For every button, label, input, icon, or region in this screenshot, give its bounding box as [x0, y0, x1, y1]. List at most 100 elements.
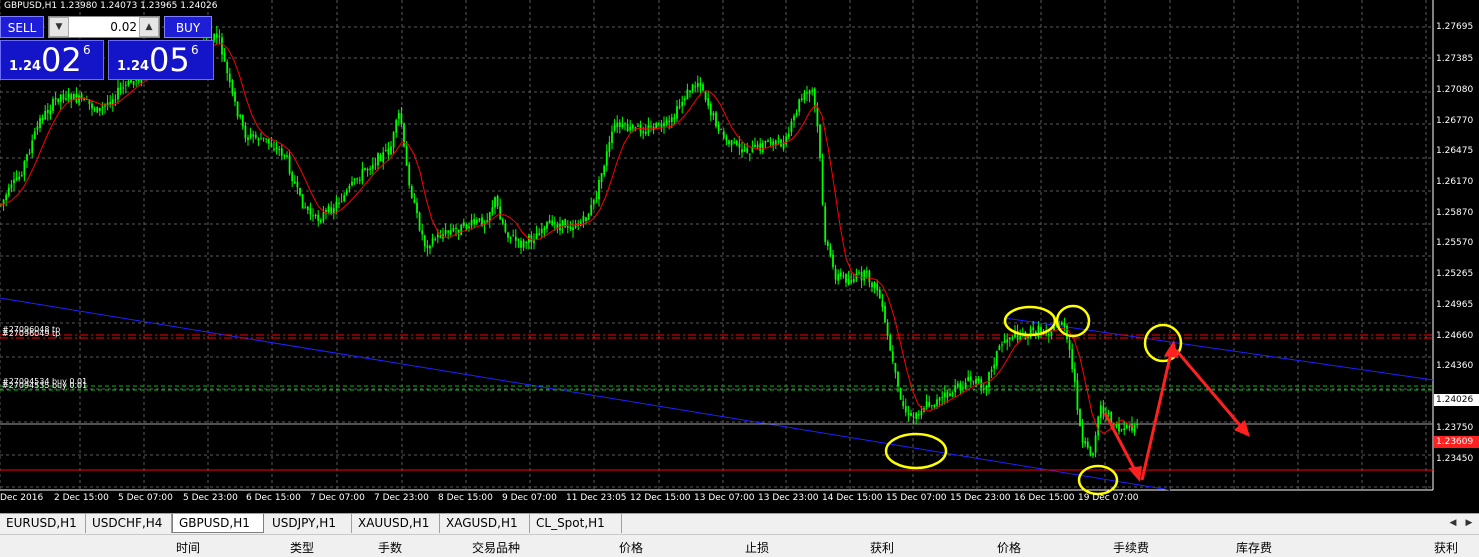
lot-increase-button[interactable]: ▲ [139, 17, 159, 37]
candle-body [1011, 337, 1014, 339]
candle-body [699, 83, 702, 86]
candle-body [600, 173, 603, 182]
price-chart[interactable]: GBPUSD,H1 1.23980 1.24073 1.23965 1.2402… [0, 0, 1479, 510]
tab-eurusd-h1[interactable]: EURUSD,H1 [0, 514, 86, 533]
candle-body [858, 272, 860, 274]
candle-body [96, 107, 99, 113]
sell-quote[interactable]: 1.24 02 6 [0, 40, 104, 80]
candle-body [902, 401, 905, 407]
candle-body [712, 113, 715, 116]
chart-canvas[interactable] [0, 0, 1479, 510]
candle-body [257, 138, 260, 141]
candle-body [426, 245, 429, 248]
terminal-column-header[interactable]: 交易品种 [472, 539, 520, 556]
price-axis-label: 1.26770 [1436, 116, 1474, 126]
terminal-table-header: 时间 类型 手数 交易品种 价格 止损 获利 价格 手续费 库存费 获利 [0, 534, 1479, 557]
candle-body [270, 143, 273, 147]
candle-body [590, 205, 593, 215]
price-axis-label: 1.25265 [1436, 269, 1474, 279]
candle-body [499, 206, 502, 220]
terminal-column-header[interactable]: 手数 [378, 539, 402, 556]
time-axis-label: 7 Dec 23:00 [374, 493, 429, 503]
candle-body [1102, 406, 1105, 414]
candle-body [377, 153, 379, 166]
candle-body [1115, 424, 1118, 427]
sell-button[interactable]: SELL [0, 16, 44, 38]
lot-size-input[interactable]: 0.02 [71, 17, 137, 37]
candle-body [808, 90, 811, 95]
candle-body [873, 282, 876, 288]
candle-body [897, 371, 899, 386]
candle-body [782, 142, 785, 149]
candle-body [1008, 338, 1011, 340]
lot-size-stepper[interactable]: ▼ 0.02 ▲ [48, 16, 160, 38]
candle-body [33, 131, 36, 139]
tab-xauusd-h1[interactable]: XAUUSD,H1 [352, 514, 440, 533]
candle-body [215, 33, 218, 38]
terminal-column-header[interactable]: 获利 [870, 539, 894, 556]
candle-body [7, 187, 10, 196]
candle-body [20, 174, 23, 176]
candle-body [501, 219, 504, 224]
candle-body [18, 176, 21, 180]
candle-body [748, 153, 751, 155]
lot-decrease-button[interactable]: ▼ [49, 17, 69, 37]
candle-body [956, 383, 959, 388]
time-axis-label: 5 Dec 07:00 [118, 493, 173, 503]
sell-quote-prefix: 1.24 [9, 59, 42, 74]
candle-body [930, 405, 933, 407]
candle-body [756, 144, 759, 148]
candle-body [954, 385, 957, 393]
buy-quote-fraction: 6 [191, 43, 199, 57]
annotation-arrow [1103, 412, 1140, 477]
price-axis-label: 1.23450 [1436, 453, 1474, 464]
candle-body [15, 178, 18, 180]
terminal-column-header[interactable]: 手续费 [1113, 539, 1149, 556]
candle-body [689, 90, 691, 93]
tab-gbpusd-h1[interactable]: GBPUSD,H1 [172, 514, 264, 533]
candle-body [655, 123, 658, 129]
candle-body [296, 181, 299, 188]
tab-usdjpy-h1[interactable]: USDJPY,H1 [266, 514, 352, 533]
candle-body [777, 138, 780, 140]
tab-usdchf-h4[interactable]: USDCHF,H4 [86, 514, 172, 533]
candle-body [787, 133, 790, 138]
candle-body [514, 236, 517, 241]
tab-scroll-right-icon[interactable]: ▶ [1462, 516, 1476, 530]
tab-cl-spot-h1[interactable]: CL_Spot,H1 [530, 514, 622, 533]
buy-quote[interactable]: 1.24 05 6 [108, 40, 214, 80]
terminal-column-header[interactable]: 库存费 [1236, 539, 1272, 556]
candle-body [761, 142, 764, 152]
candle-body [938, 397, 941, 401]
time-axis-label: 14 Dec 15:00 [822, 493, 883, 503]
price-axis-label: 1.27385 [1436, 53, 1474, 64]
terminal-column-header[interactable]: 价格 [997, 539, 1021, 556]
order-label: #27096049 tp [2, 329, 61, 338]
terminal-column-header[interactable]: 止损 [745, 539, 769, 556]
candle-body [67, 93, 70, 98]
candle-body [319, 220, 322, 223]
candle-body [715, 112, 717, 127]
candle-body [626, 123, 629, 132]
candle-body [585, 217, 587, 221]
annotation-arrow [1140, 347, 1174, 481]
candle-body [709, 103, 712, 115]
candle-body [525, 242, 528, 243]
terminal-column-header[interactable]: 类型 [290, 539, 314, 556]
trendline-lower [0, 297, 1171, 491]
candle-body [41, 118, 44, 121]
candle-body [889, 335, 892, 351]
candle-body [5, 194, 8, 200]
candle-body [1063, 322, 1066, 327]
candle-body [993, 364, 996, 369]
candle-body [946, 391, 949, 398]
candle-body [249, 133, 252, 138]
tab-scroll-left-icon[interactable]: ◀ [1446, 516, 1460, 530]
terminal-column-header[interactable]: 价格 [619, 539, 643, 556]
candle-body [1068, 340, 1071, 350]
tab-xagusd-h1[interactable]: XAGUSD,H1 [440, 514, 530, 533]
terminal-column-header[interactable]: 获利 [1434, 539, 1458, 556]
buy-button[interactable]: BUY [164, 16, 212, 38]
terminal-column-header[interactable]: 时间 [176, 539, 200, 556]
candle-body [842, 275, 845, 277]
